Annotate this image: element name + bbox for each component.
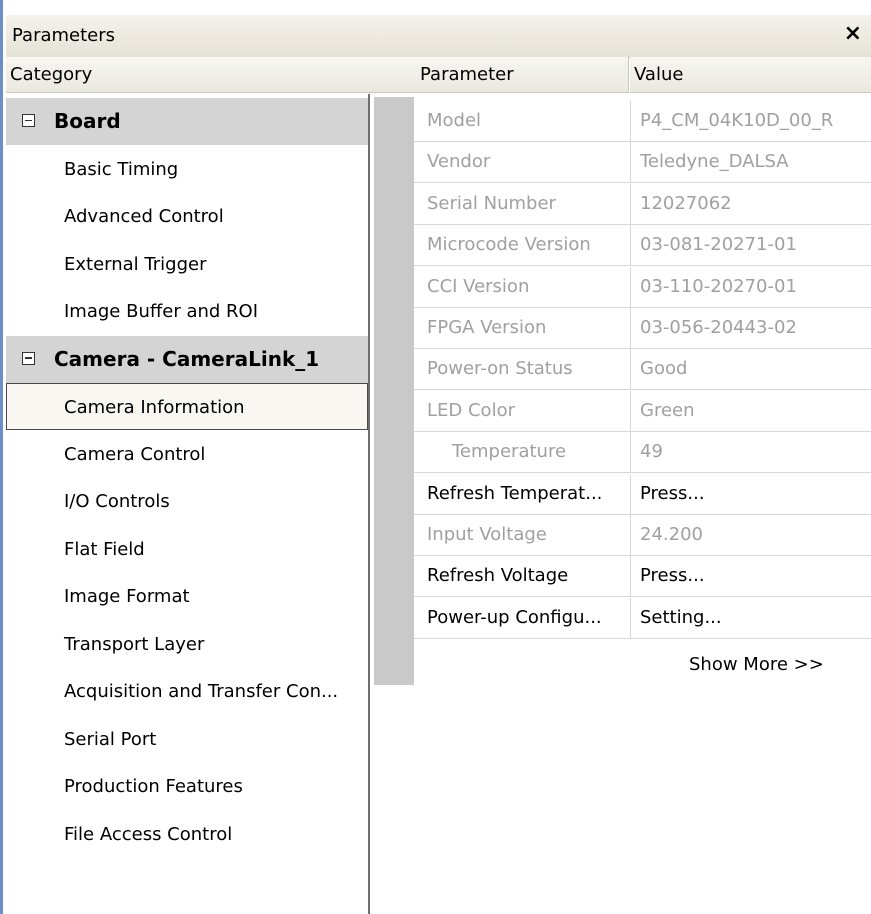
- category-item-external-trigger[interactable]: External Trigger: [6, 241, 368, 288]
- parameter-name: LED Color: [427, 399, 515, 421]
- parameter-value: P4_CM_04K10D_00_R: [630, 101, 871, 141]
- parameter-name: CCI Version: [427, 275, 530, 297]
- category-item-file-access-control[interactable]: File Access Control: [6, 811, 368, 858]
- category-item-camera-information[interactable]: Camera Information: [6, 383, 368, 430]
- category-item-flat-field[interactable]: Flat Field: [6, 526, 368, 573]
- parameter-value: 03-056-20443-02: [630, 308, 871, 348]
- parameter-value: 03-110-20270-01: [630, 266, 871, 307]
- parameter-name: Serial Number: [427, 192, 556, 214]
- category-group-board[interactable]: Board: [6, 98, 368, 145]
- parameter-row-led-color[interactable]: LED Color Green: [414, 390, 871, 432]
- parameter-name: Power-on Status: [427, 358, 573, 380]
- category-item-camera-control[interactable]: Camera Control: [6, 431, 368, 478]
- parameter-name: Refresh Voltage: [427, 565, 569, 587]
- category-item-basic-timing[interactable]: Basic Timing: [6, 146, 368, 193]
- close-icon[interactable]: ×: [844, 21, 862, 46]
- parameter-name: Model: [427, 110, 482, 131]
- parameter-name: Microcode Version: [427, 234, 591, 256]
- collapse-box-icon[interactable]: [22, 114, 35, 127]
- category-item-i-o-controls[interactable]: I/O Controls: [6, 478, 368, 525]
- parameter-name: Power-up Configu...: [427, 606, 602, 628]
- category-label: Camera Control: [64, 443, 206, 465]
- parameter-row-serial-number[interactable]: Serial Number 12027062: [414, 183, 871, 225]
- parameter-row-vendor[interactable]: Vendor Teledyne_DALSA: [414, 142, 871, 184]
- category-label: Board: [54, 109, 121, 133]
- category-label: External Trigger: [64, 253, 207, 275]
- category-item-acquisition-and-transfer-con[interactable]: Acquisition and Transfer Con...: [6, 668, 368, 715]
- parameter-value: Good: [630, 349, 871, 390]
- parameter-value: 49: [630, 432, 871, 473]
- category-label: Image Buffer and ROI: [64, 301, 259, 322]
- parameter-value-button[interactable]: Setting...: [630, 597, 871, 638]
- category-label: Camera Information: [64, 397, 245, 418]
- parameter-row-refresh-voltage[interactable]: Refresh Voltage Press...: [414, 556, 871, 598]
- parameter-name: Refresh Temperat...: [427, 482, 603, 504]
- category-label: Flat Field: [64, 538, 145, 560]
- category-item-image-buffer-and-roi[interactable]: Image Buffer and ROI: [6, 288, 368, 335]
- parameter-column-header[interactable]: Parameter: [374, 57, 629, 93]
- category-label: I/O Controls: [64, 491, 170, 512]
- category-label: File Access Control: [64, 823, 233, 845]
- parameter-name: FPGA Version: [427, 317, 547, 338]
- category-item-advanced-control[interactable]: Advanced Control: [6, 193, 368, 240]
- parameter-row-cci-version[interactable]: CCI Version 03-110-20270-01: [414, 266, 871, 308]
- category-item-transport-layer[interactable]: Transport Layer: [6, 621, 368, 668]
- category-item-serial-port[interactable]: Serial Port: [6, 716, 368, 763]
- row-header-gutter: [374, 97, 414, 685]
- category-label: Serial Port: [64, 728, 157, 750]
- parameter-row-power-on-status[interactable]: Power-on Status Good: [414, 349, 871, 391]
- parameter-row-model[interactable]: Model P4_CM_04K10D_00_R: [414, 101, 871, 142]
- category-item-production-features[interactable]: Production Features: [6, 763, 368, 810]
- parameter-row-refresh-temperat[interactable]: Refresh Temperat... Press...: [414, 473, 871, 515]
- category-label: Transport Layer: [64, 633, 205, 655]
- collapse-box-icon[interactable]: [22, 351, 35, 365]
- parameter-value: 12027062: [630, 183, 871, 224]
- category-label: Image Format: [64, 586, 190, 607]
- value-column-header[interactable]: Value: [630, 57, 871, 93]
- category-label: Camera - CameraLink_1: [54, 346, 320, 371]
- category-column-header: Category: [6, 57, 374, 93]
- title-bar: Parameters ×: [6, 15, 871, 58]
- category-label: Production Features: [64, 776, 243, 797]
- parameter-row-power-up-configu[interactable]: Power-up Configu... Setting...: [414, 597, 871, 639]
- parameter-value-button[interactable]: Press...: [630, 473, 871, 514]
- parameter-value-button[interactable]: Press...: [630, 556, 871, 597]
- parameter-name: Vendor: [427, 151, 491, 173]
- show-more-link[interactable]: Show More >>: [689, 654, 824, 675]
- parameter-row-input-voltage[interactable]: Input Voltage 24.200: [414, 515, 871, 556]
- category-label: Acquisition and Transfer Con...: [64, 681, 339, 702]
- category-item-image-format[interactable]: Image Format: [6, 573, 368, 620]
- category-label: Advanced Control: [64, 206, 224, 227]
- parameter-value: 03-081-20271-01: [630, 225, 871, 266]
- parameter-value: Teledyne_DALSA: [630, 142, 871, 183]
- window-top-strip: [6, 0, 871, 15]
- parameter-row-fpga-version[interactable]: FPGA Version 03-056-20443-02: [414, 308, 871, 349]
- parameter-name: Temperature: [452, 441, 567, 463]
- parameter-value: Green: [630, 390, 871, 431]
- parameter-row-microcode-version[interactable]: Microcode Version 03-081-20271-01: [414, 225, 871, 267]
- category-group-camera-cameralink-1[interactable]: Camera - CameraLink_1: [6, 335, 368, 383]
- window-title: Parameters: [12, 25, 116, 46]
- category-label: Basic Timing: [64, 158, 179, 180]
- parameter-row-temperature[interactable]: Temperature 49: [414, 432, 871, 474]
- parameters-window: Parameters × Category Parameter Value Bo…: [0, 0, 871, 914]
- category-tree: Board Basic Timing Advanced Control Externa…: [6, 94, 370, 914]
- parameter-name: Input Voltage: [427, 524, 547, 545]
- parameter-value: 24.200: [630, 515, 871, 555]
